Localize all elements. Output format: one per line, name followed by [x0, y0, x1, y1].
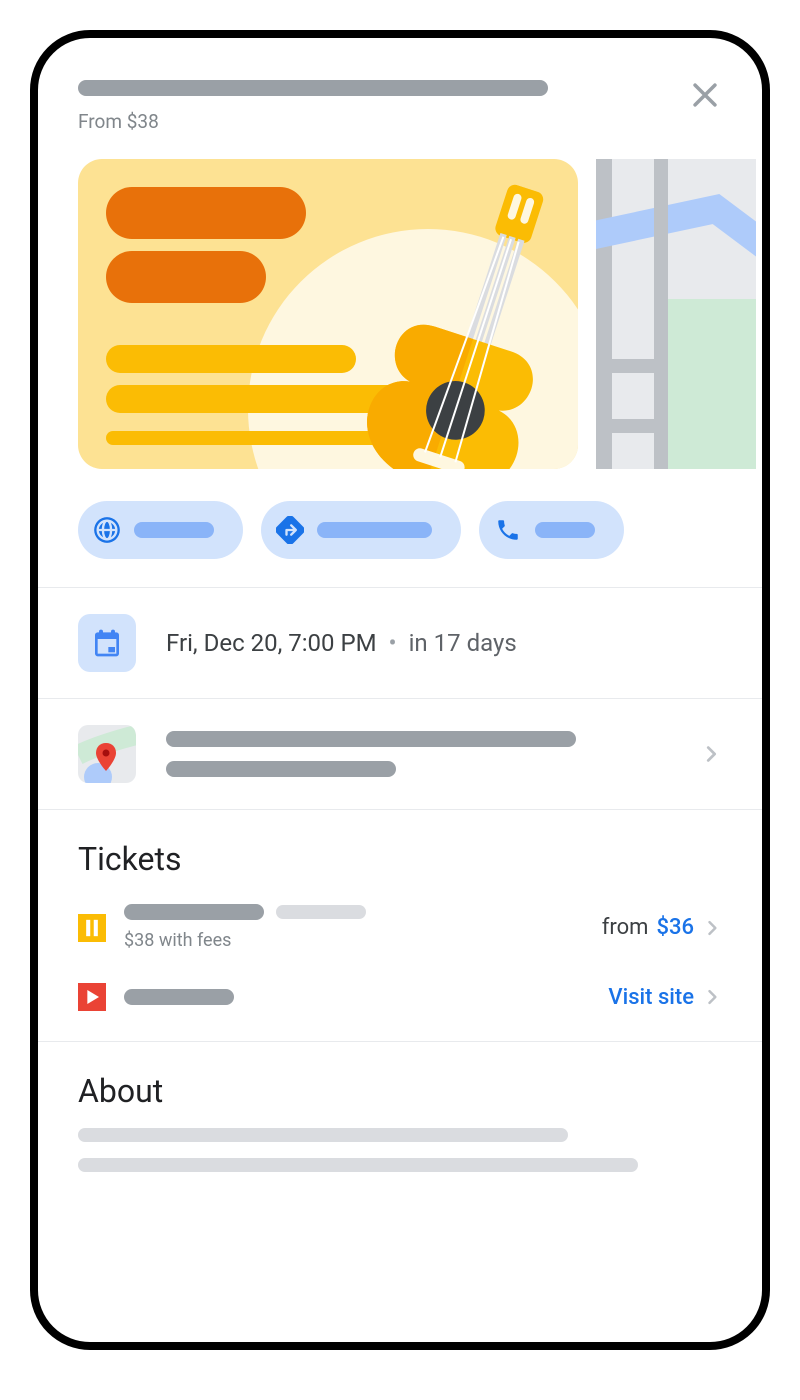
- about-line-placeholder: [78, 1158, 638, 1172]
- datetime-row: Fri, Dec 20, 7:00 PM • in 17 days: [38, 588, 762, 698]
- ticket-body: $38 with fees: [124, 904, 602, 951]
- title-block: From $38: [78, 74, 676, 133]
- ticket-body: [124, 989, 608, 1005]
- chip-label: [317, 522, 432, 538]
- ticket-vendor-row[interactable]: $38 with fees from $36: [38, 888, 762, 967]
- location-text: [166, 731, 700, 777]
- directions-icon: [271, 511, 309, 549]
- action-chips: [38, 469, 762, 587]
- about-line-placeholder: [78, 1128, 568, 1142]
- location-row[interactable]: [38, 699, 762, 809]
- chip-label: [535, 522, 595, 538]
- event-title-placeholder: [78, 80, 548, 96]
- phone-icon: [489, 511, 527, 549]
- from-label: from: [602, 915, 649, 940]
- about-text: [38, 1120, 762, 1180]
- ticket-price: $36: [656, 915, 694, 940]
- header: From $38: [38, 74, 762, 133]
- location-map-thumb: [78, 725, 136, 783]
- location-address-placeholder: [166, 761, 396, 777]
- ticket-visit-action: Visit site: [608, 985, 722, 1010]
- directions-chip[interactable]: [261, 501, 461, 559]
- chevron-right-icon: [702, 918, 722, 938]
- hero-image: [78, 159, 578, 469]
- separator-dot: •: [389, 629, 397, 657]
- calendar-icon: [78, 614, 136, 672]
- location-name-placeholder: [166, 731, 576, 747]
- hero-carousel[interactable]: [38, 133, 762, 469]
- vendor-sub-placeholder: [276, 905, 366, 919]
- tickets-heading: Tickets: [38, 810, 762, 888]
- globe-icon: [88, 511, 126, 549]
- ticket-fees: $38 with fees: [124, 930, 602, 951]
- about-heading: About: [38, 1042, 762, 1120]
- website-chip[interactable]: [78, 501, 243, 559]
- datetime-text: Fri, Dec 20, 7:00 PM • in 17 days: [166, 629, 517, 657]
- page-content: From $38: [38, 38, 762, 1342]
- datetime-relative: in 17 days: [409, 629, 517, 657]
- vendor-icon: [78, 983, 106, 1011]
- datetime-value: Fri, Dec 20, 7:00 PM: [166, 629, 377, 657]
- visit-site-label: Visit site: [608, 985, 694, 1010]
- vendor-name-placeholder: [124, 904, 264, 920]
- chevron-right-icon: [702, 987, 722, 1007]
- from-price: From $38: [78, 110, 676, 133]
- close-icon[interactable]: [688, 78, 722, 112]
- chip-label: [134, 522, 214, 538]
- call-chip[interactable]: [479, 501, 624, 559]
- ticket-vendor-row[interactable]: Visit site: [38, 967, 762, 1027]
- map-thumbnail[interactable]: [596, 159, 756, 469]
- device-frame: From $38: [30, 30, 770, 1350]
- chevron-right-icon: [700, 743, 722, 765]
- vendor-icon: [78, 914, 106, 942]
- ticket-price-action: from $36: [602, 915, 722, 940]
- vendor-name-placeholder: [124, 989, 234, 1005]
